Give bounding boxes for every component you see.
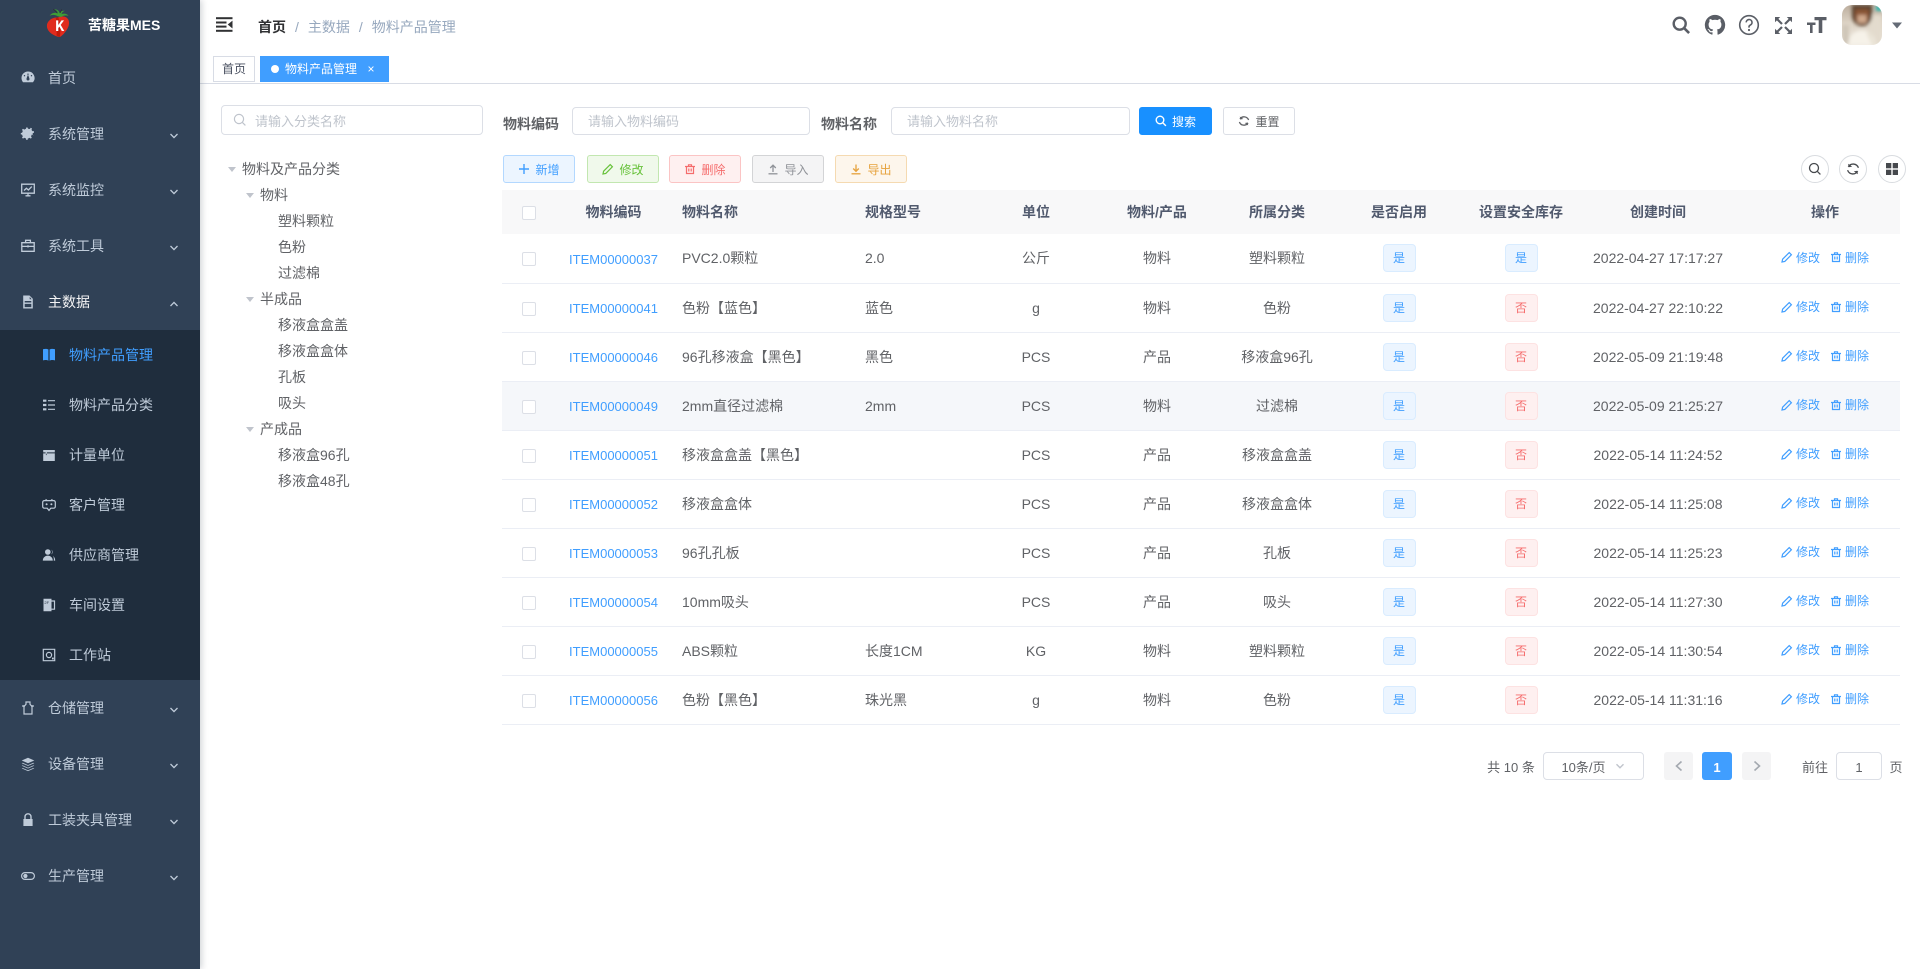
svg-text:2F: 2F	[44, 600, 49, 605]
